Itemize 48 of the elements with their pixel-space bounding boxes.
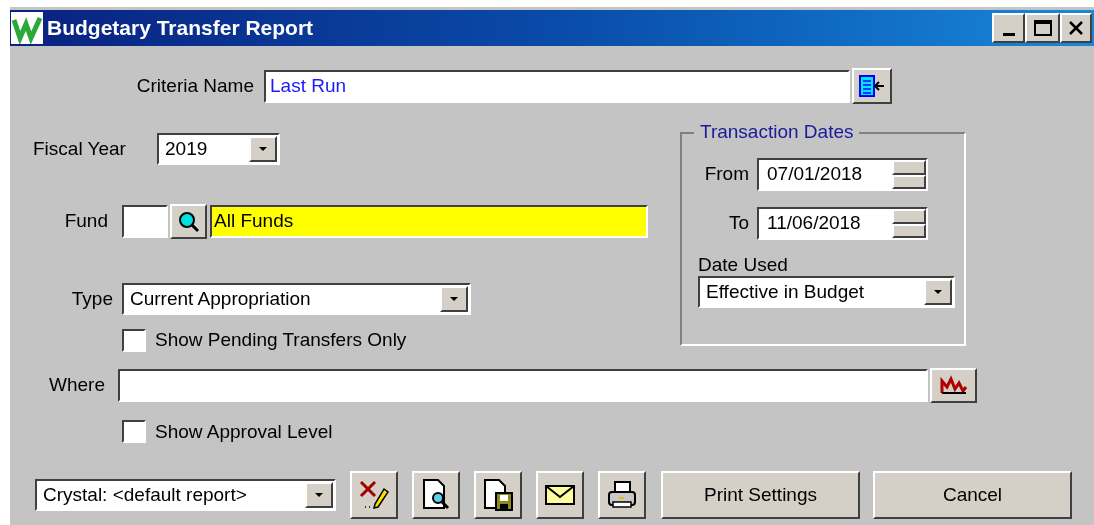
search-icon [176,209,201,234]
field-label: From [703,162,749,187]
print-button[interactable] [598,471,646,519]
minimize-button[interactable] [992,13,1025,43]
cross-pencil-icon [358,479,390,511]
email-button[interactable] [536,471,584,519]
checkbox[interactable] [122,420,146,444]
where-field[interactable] [118,368,928,402]
printer-icon [606,480,638,510]
close-icon [1068,20,1084,36]
field-label: Fund [63,209,108,234]
line-chart-icon [939,375,968,395]
type-select[interactable]: Current Appropriation [122,283,471,315]
fund-code-field[interactable] [122,205,168,238]
save-button[interactable] [474,471,522,519]
maximize-button[interactable] [1025,13,1060,43]
envelope-icon [544,483,576,507]
fiscal-year-select[interactable]: 2019 [157,133,280,165]
window-title: Budgetary Transfer Report [47,15,314,42]
field-label: Fiscal Year [33,136,127,161]
checkbox-label: Show Approval Level [155,419,333,444]
clear-edit-button[interactable] [350,471,398,519]
field-label: Where [48,372,105,397]
field-label: Type [70,286,113,311]
spinner-icon[interactable] [892,160,926,189]
checkbox-label: Show Pending Transfers Only [155,328,407,352]
fund-name-field: All Funds [210,205,648,238]
report-select[interactable]: Crystal: <default report> [35,479,336,511]
app-logo-icon [11,12,43,44]
checkbox[interactable] [122,328,146,352]
page-magnifier-icon [420,478,452,512]
field-label: Criteria Name [135,73,254,98]
date-field[interactable]: 07/01/2018 [757,158,928,191]
cancel-button[interactable]: Cancel [873,471,1072,519]
page-floppy-icon [482,478,514,512]
load-criteria-button[interactable] [852,68,892,104]
query-builder-button[interactable] [930,367,977,403]
criteria-name-field[interactable]: Last Run [264,69,850,103]
date-used-select[interactable]: Effective in Budget [698,276,955,308]
list-arrow-icon [858,74,886,98]
field-label: To [727,211,749,236]
search-button[interactable] [170,204,207,239]
date-field[interactable]: 11/06/2018 [757,207,928,240]
spinner-icon[interactable] [892,209,926,238]
field-label: Date Used [698,254,789,276]
close-button[interactable] [1060,13,1092,43]
preview-button[interactable] [412,471,460,519]
print-settings-button[interactable]: Print Settings [661,471,860,519]
